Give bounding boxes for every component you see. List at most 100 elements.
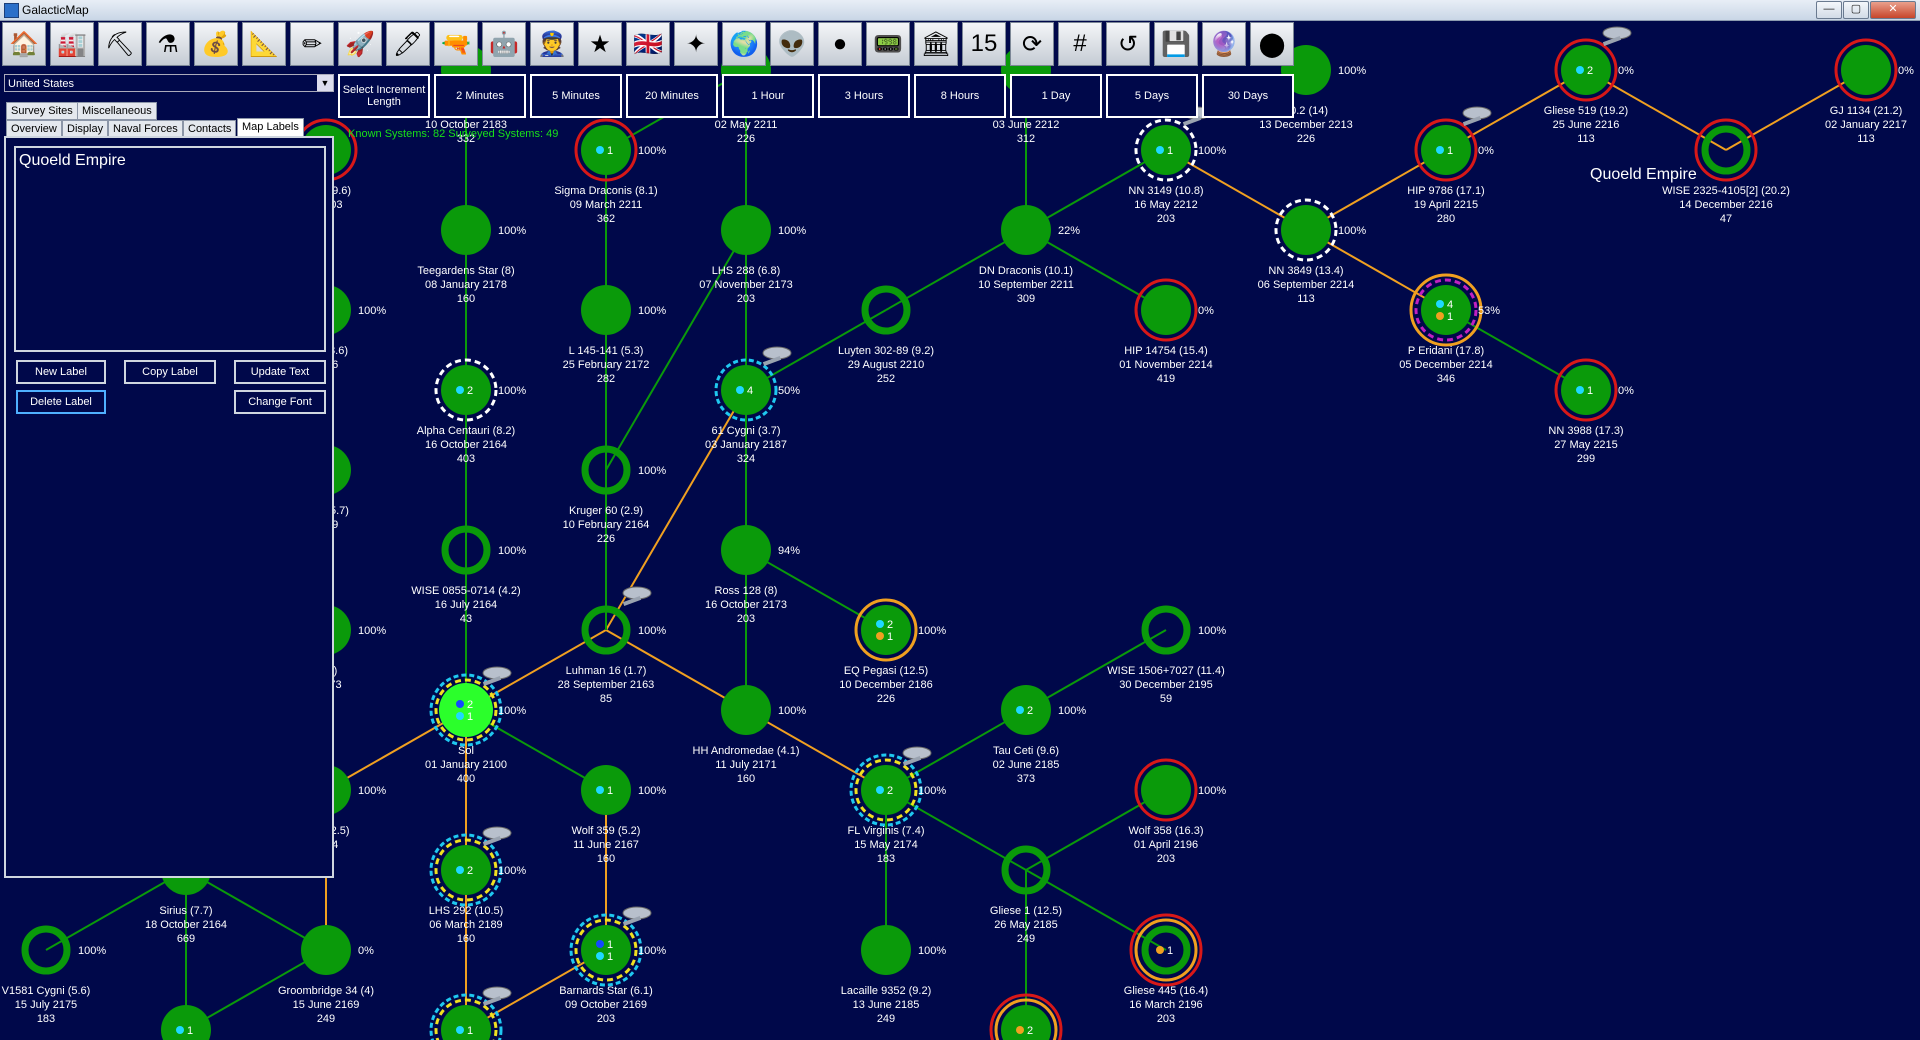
maximize-button[interactable]: ▢	[1843, 1, 1869, 19]
system-body	[861, 765, 911, 815]
known-systems-status: Known Systems: 82 Surveyed Systems: 49	[348, 128, 559, 140]
system-name: Groombridge 34 (4)	[278, 985, 374, 997]
system-population: 47	[1720, 213, 1732, 225]
increment-5-days-button[interactable]: 5 Days	[1106, 74, 1198, 118]
system-population: 362	[597, 213, 615, 225]
increment-3-hours-button[interactable]: 3 Hours	[818, 74, 910, 118]
system-population: 183	[877, 853, 895, 865]
system-population: 59	[1160, 693, 1172, 705]
system-gliese445[interactable]: 1 Gliese 445 (16.4) 16 March 2196 203	[1124, 913, 1208, 1025]
delete-label-button[interactable]: Delete Label	[16, 390, 106, 414]
chevron-down-icon[interactable]: ▼	[317, 75, 333, 91]
empire-flag-icon[interactable]: 🇬🇧	[626, 22, 670, 66]
change-font-button[interactable]: Change Font	[234, 390, 326, 414]
minimize-button[interactable]: —	[1816, 1, 1842, 19]
colony-icon[interactable]: 🏠	[2, 22, 46, 66]
research-icon[interactable]: ⚗	[146, 22, 190, 66]
government-icon[interactable]: 🏛	[914, 22, 958, 66]
system-body	[1841, 45, 1891, 95]
increment-1-hour-button[interactable]: 1 Hour	[722, 74, 814, 118]
increment-5-minutes-button[interactable]: 5 Minutes	[530, 74, 622, 118]
system-population: 324	[737, 453, 755, 465]
survey-percent: 100%	[778, 705, 806, 717]
exit-icon[interactable]: ⬤	[1250, 22, 1294, 66]
system-date: 16 October 2173	[705, 599, 787, 611]
system-name: P Eridani (17.8)	[1408, 345, 1484, 357]
planet-icon[interactable]: 🌍	[722, 22, 766, 66]
update-text-button[interactable]: Update Text	[234, 360, 326, 384]
system-date: 25 February 2172	[563, 359, 650, 371]
survey-percent: 100%	[1198, 625, 1226, 637]
system-date: 07 November 2173	[699, 279, 793, 291]
system-date: 01 January 2100	[425, 759, 507, 771]
system-body	[1421, 285, 1471, 335]
calendar-icon[interactable]: 15	[962, 22, 1006, 66]
close-button[interactable]: ✕	[1870, 1, 1916, 19]
sensor-icon[interactable]: 📟	[866, 22, 910, 66]
map-label-quoeld-empire[interactable]: Quoeld Empire	[1590, 166, 1697, 183]
system-date: 02 June 2185	[993, 759, 1060, 771]
system-body	[441, 205, 491, 255]
system-name: NN 3988 (17.3)	[1548, 425, 1623, 437]
system-date: 28 September 2163	[558, 679, 655, 691]
increment-1-day-button[interactable]: 1 Day	[1010, 74, 1102, 118]
save-icon[interactable]: 💾	[1154, 22, 1198, 66]
missile-icon[interactable]: 🖊	[386, 22, 430, 66]
mining-icon[interactable]: ⛏	[98, 22, 142, 66]
industry-icon[interactable]: 🏭	[50, 22, 94, 66]
survey-percent: 0%	[1198, 305, 1214, 317]
commander-icon[interactable]: 👮	[530, 22, 574, 66]
system-date: 01 April 2196	[1134, 839, 1198, 851]
system-date: 06 March 2189	[429, 919, 502, 931]
system-population: 113	[1857, 133, 1875, 145]
survey-percent: 100%	[638, 785, 666, 797]
wealth-icon[interactable]: 💰	[194, 22, 238, 66]
title-bar: GalacticMap — ▢ ✕	[0, 0, 1920, 21]
ground-unit-icon[interactable]: 🔫	[434, 22, 478, 66]
system-population: 203	[737, 293, 755, 305]
survey-percent: 53%	[1478, 305, 1500, 317]
survey-percent: 100%	[638, 465, 666, 477]
increment-label-box: Select Increment Length	[338, 74, 430, 118]
copy-label-button[interactable]: Copy Label	[124, 360, 216, 384]
population-count: 1	[1447, 145, 1453, 157]
system-body	[721, 525, 771, 575]
increment-30-days-button[interactable]: 30 Days	[1202, 74, 1294, 118]
system-population: 226	[597, 533, 615, 545]
design-icon[interactable]: ✏	[290, 22, 334, 66]
medal-icon[interactable]: ★	[578, 22, 622, 66]
country-select[interactable]: United States ▼	[4, 74, 334, 92]
survey-percent: 100%	[638, 305, 666, 317]
crystal-ball-icon[interactable]: 🔮	[1202, 22, 1246, 66]
galaxy-icon[interactable]: ✦	[674, 22, 718, 66]
alien-race-icon[interactable]: 👽	[770, 22, 814, 66]
system-name: LHS 292 (10.5)	[429, 905, 504, 917]
population-count: 4	[747, 385, 753, 397]
increment-2-minutes-button[interactable]: 2 Minutes	[434, 74, 526, 118]
system-population: 203	[1157, 853, 1175, 865]
system-date: 16 July 2164	[435, 599, 497, 611]
tab-map-labels[interactable]: Map Labels	[237, 118, 304, 138]
new-label-button[interactable]: New Label	[16, 360, 106, 384]
tab-miscellaneous[interactable]: Miscellaneous	[77, 102, 157, 120]
grid-icon[interactable]: #	[1058, 22, 1102, 66]
increment-8-hours-button[interactable]: 8 Hours	[914, 74, 1006, 118]
system-population: 249	[317, 1013, 335, 1025]
blueprint-icon[interactable]: 📐	[242, 22, 286, 66]
population-count: 1	[607, 939, 613, 951]
troops-icon[interactable]: 🤖	[482, 22, 526, 66]
intelligence-icon[interactable]: ●	[818, 22, 862, 66]
population-count: 1	[1587, 385, 1593, 397]
ship-design-icon[interactable]: 🚀	[338, 22, 382, 66]
system-body	[441, 365, 491, 415]
survey-percent: 0%	[1618, 385, 1634, 397]
refresh-icon[interactable]: ⟳	[1010, 22, 1054, 66]
undo-icon[interactable]: ↺	[1106, 22, 1150, 66]
system-body	[581, 765, 631, 815]
tab-survey-sites[interactable]: Survey Sites	[6, 102, 78, 120]
label-text-box[interactable]: Quoeld Empire	[14, 146, 326, 352]
increment-20-minutes-button[interactable]: 20 Minutes	[626, 74, 718, 118]
toolbar: 🏠 🏭 ⛏ ⚗ 💰 📐 ✏ 🚀 🖊 🔫 🤖 👮 ★ 🇬🇧 ✦ 🌍 👽 ● 📟 🏛 15 ⟳ # ↺ 💾 🔮 ⬤	[0, 22, 1300, 72]
population-count: 2	[1587, 65, 1593, 77]
population-dot	[1016, 706, 1024, 714]
